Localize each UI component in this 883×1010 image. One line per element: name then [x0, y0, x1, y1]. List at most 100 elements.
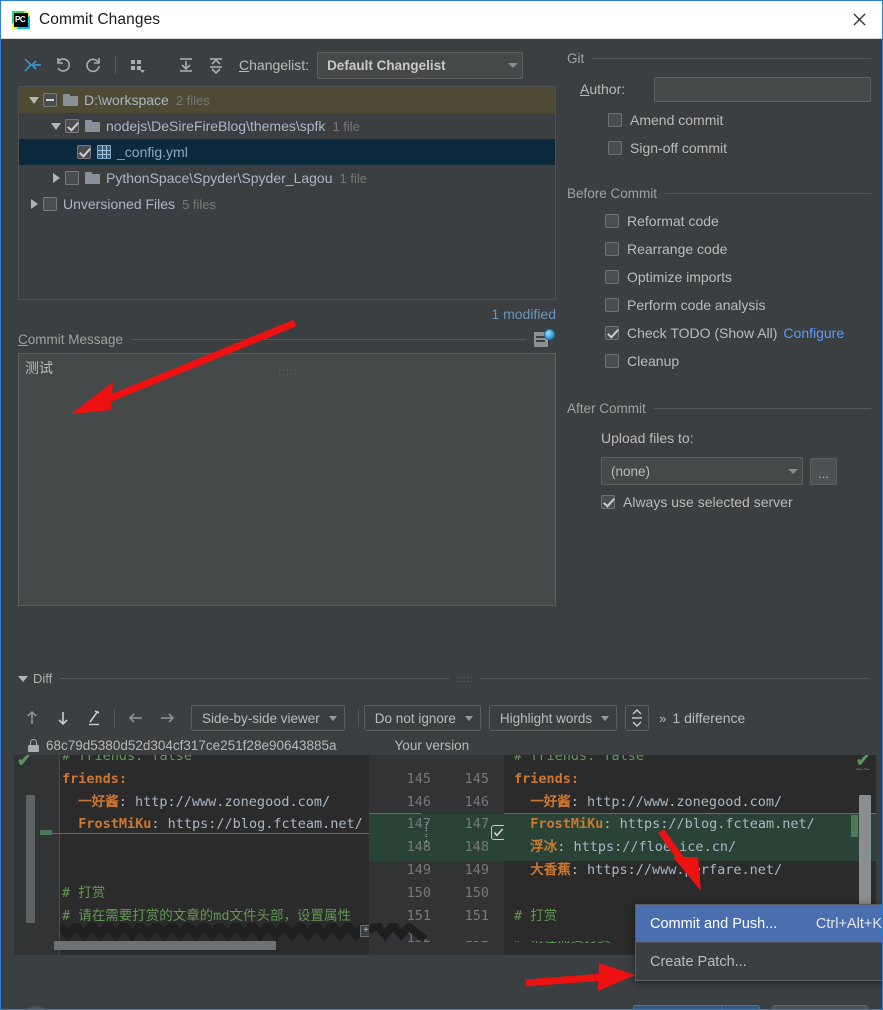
commit-message-input[interactable]: 测试: [18, 353, 556, 606]
table-row[interactable]: PythonSpace\Spyder\Spyder_Lagou 1 file: [19, 165, 555, 191]
more-chevrons-icon[interactable]: »: [659, 711, 666, 726]
after-commit-group-header: After Commit: [567, 401, 871, 416]
cleanup-row[interactable]: Cleanup: [567, 347, 871, 375]
expand-triangle-icon[interactable]: [25, 96, 43, 104]
ignore-mode-value: Do not ignore: [374, 710, 456, 726]
optimize-imports-label: Optimize imports: [627, 269, 733, 285]
optimize-imports-checkbox[interactable]: [605, 270, 619, 284]
tree-item-label: PythonSpace\Spyder\Spyder_Lagou: [106, 170, 333, 186]
commit-button[interactable]: Commit: [633, 1005, 723, 1009]
commit-dropdown-menu[interactable]: Commit and Push... Ctrl+Alt+K Create Pat…: [635, 904, 882, 981]
collapse-triangle-icon[interactable]: [18, 675, 28, 682]
reformat-code-row[interactable]: Reformat code: [567, 207, 871, 235]
menu-item-commit-and-push[interactable]: Commit and Push... Ctrl+Alt+K: [636, 905, 882, 942]
browse-servers-button[interactable]: ...: [810, 457, 837, 485]
before-commit-group-header: Before Commit: [567, 186, 871, 201]
rearrange-code-row[interactable]: Rearrange code: [567, 235, 871, 263]
commit-dropdown-button[interactable]: [723, 1005, 760, 1009]
code-line: 大香蕉: https://www.perfare.net/: [514, 861, 783, 878]
row-checkbox[interactable]: [65, 171, 79, 185]
perform-code-analysis-checkbox[interactable]: [605, 298, 619, 312]
row-checkbox[interactable]: [43, 197, 57, 211]
row-checkbox[interactable]: [77, 145, 91, 159]
expand-triangle-icon[interactable]: [47, 173, 65, 183]
right-revision-title: Your version: [394, 737, 470, 753]
check-todo-row[interactable]: Check TODO (Show All) Configure: [567, 319, 871, 347]
diff-section-header[interactable]: Diff :::::: [18, 671, 869, 686]
table-row[interactable]: Unversioned Files 5 files: [19, 191, 555, 217]
diff-left-gutter: [14, 755, 60, 955]
changelist-combo[interactable]: Default Changelist: [317, 51, 524, 79]
viewer-mode-combo[interactable]: Side-by-side viewer: [191, 705, 345, 731]
refresh-icon[interactable]: [78, 51, 108, 79]
cleanup-checkbox[interactable]: [605, 354, 619, 368]
group-by-icon[interactable]: [123, 51, 153, 79]
accept-right-icon[interactable]: [151, 704, 182, 732]
folder-icon: [63, 94, 78, 106]
horizontal-scrollbar[interactable]: [54, 941, 276, 950]
diff-left-pane[interactable]: ✔ # friends: false friends: 一好酱: http://…: [14, 755, 369, 955]
menu-item-label: Commit and Push...: [650, 915, 778, 932]
changelist-value: Default Changelist: [327, 57, 446, 73]
row-checkbox[interactable]: [43, 93, 57, 107]
check-todo-checkbox[interactable]: [605, 326, 619, 340]
chevron-down-icon: [788, 468, 798, 474]
table-row[interactable]: _config.yml: [19, 139, 555, 165]
cancel-button[interactable]: Cancel: [772, 1005, 868, 1009]
perform-code-analysis-row[interactable]: Perform code analysis: [567, 291, 871, 319]
accept-left-icon[interactable]: [120, 704, 151, 732]
diff-change-marker: [851, 815, 858, 837]
reformat-code-checkbox[interactable]: [605, 214, 619, 228]
line-number: 149: [406, 861, 431, 878]
amend-commit-row[interactable]: Amend commit: [567, 106, 871, 134]
yaml-file-icon: [97, 145, 111, 159]
expand-triangle-icon[interactable]: [25, 199, 43, 209]
always-use-server-checkbox[interactable]: [601, 495, 615, 509]
line-number: 148: [406, 839, 431, 856]
expand-skipped-lines-button[interactable]: +: [360, 925, 369, 937]
expand-all-icon[interactable]: [171, 51, 201, 79]
always-use-server-label: Always use selected server: [623, 494, 793, 510]
row-checkbox[interactable]: [65, 119, 79, 133]
divider: [479, 678, 869, 679]
author-row: Author:: [567, 72, 871, 106]
configure-link[interactable]: Configure: [783, 325, 844, 341]
next-difference-icon[interactable]: [47, 704, 78, 732]
dialog-body: Changelist: Default Changelist D:\worksp…: [2, 39, 882, 1009]
message-history-icon[interactable]: [534, 329, 556, 349]
author-field[interactable]: [654, 76, 871, 102]
revert-icon[interactable]: [48, 51, 78, 79]
collapse-all-icon[interactable]: [201, 51, 231, 79]
tree-splitter-handle[interactable]: :::::: [277, 367, 299, 378]
help-button[interactable]: ?: [22, 1006, 50, 1009]
close-icon[interactable]: [836, 1, 882, 38]
table-row[interactable]: nodejs\DeSireFireBlog\themes\spfk 1 file: [19, 113, 555, 139]
folder-icon: [85, 120, 100, 132]
signoff-commit-checkbox[interactable]: [608, 141, 622, 155]
menu-item-accelerator: Ctrl+Alt+K: [815, 915, 882, 932]
expand-triangle-icon[interactable]: [47, 122, 65, 130]
signoff-commit-row[interactable]: Sign-off commit: [567, 134, 871, 162]
table-row[interactable]: D:\workspace 2 files: [19, 87, 555, 113]
highlight-mode-combo[interactable]: Highlight words: [488, 705, 618, 731]
title-bar: PC Commit Changes: [1, 1, 882, 39]
amend-commit-checkbox[interactable]: [608, 113, 622, 127]
menu-item-create-patch[interactable]: Create Patch...: [636, 943, 882, 980]
collapse-to-selection-icon[interactable]: [18, 51, 48, 79]
rearrange-code-checkbox[interactable]: [605, 242, 619, 256]
upload-target-combo[interactable]: (none): [601, 457, 803, 485]
prev-difference-icon[interactable]: [16, 704, 47, 732]
collapse-unchanged-icon[interactable]: [625, 705, 650, 731]
ignore-mode-combo[interactable]: Do not ignore: [363, 705, 481, 731]
divider: [60, 678, 450, 679]
always-use-server-row[interactable]: Always use selected server: [567, 488, 871, 516]
difference-count: 1 difference: [672, 710, 746, 726]
diff-scroll-marker[interactable]: [26, 795, 35, 923]
changes-tree[interactable]: D:\workspace 2 files nodejs\DeSireFireBl…: [18, 86, 556, 300]
commit-message-header: Commit Message: [18, 329, 556, 349]
edit-icon[interactable]: [78, 704, 109, 732]
optimize-imports-row[interactable]: Optimize imports: [567, 263, 871, 291]
diff-splitter-handle[interactable]: :::::: [450, 674, 480, 684]
